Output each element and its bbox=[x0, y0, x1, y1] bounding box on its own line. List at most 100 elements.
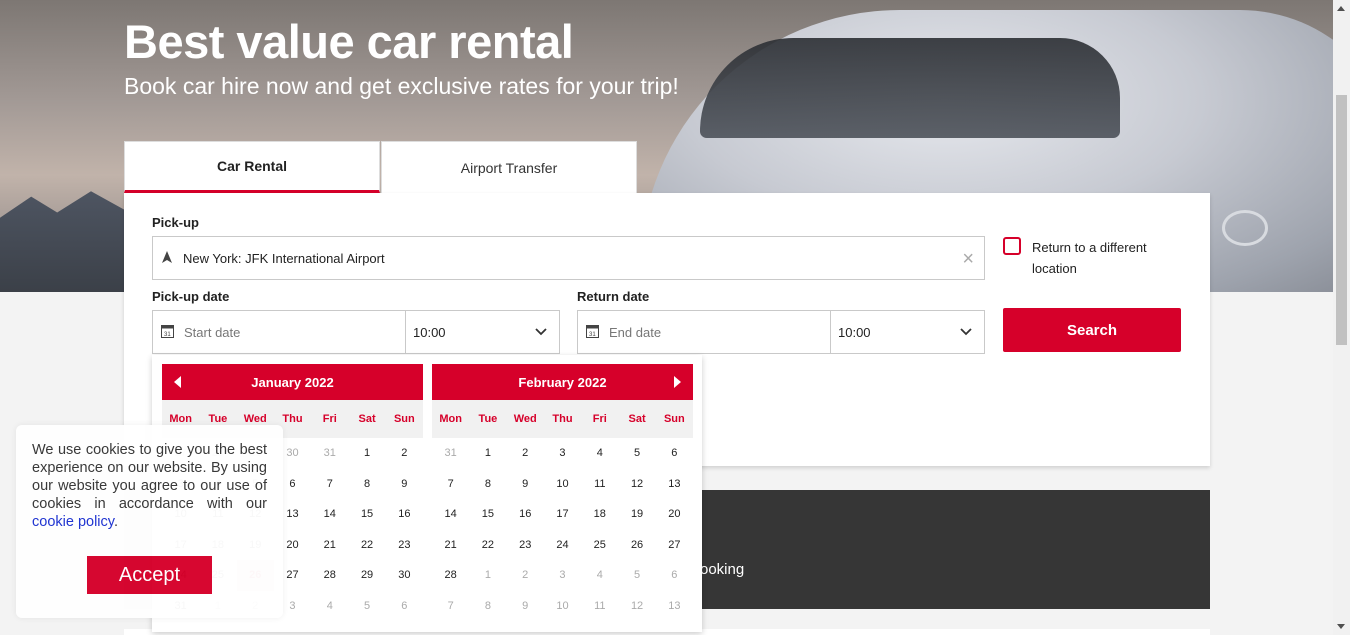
scroll-down-icon[interactable] bbox=[1337, 624, 1345, 629]
calendar-day[interactable]: 21 bbox=[432, 530, 469, 561]
calendar-day[interactable]: 17 bbox=[544, 499, 581, 530]
calendar-day: 11 bbox=[594, 599, 606, 612]
calendar-day[interactable]: 7 bbox=[311, 469, 348, 500]
calendar-day[interactable]: 14 bbox=[311, 499, 348, 530]
car-brand-logo bbox=[1222, 210, 1268, 246]
svg-text:31: 31 bbox=[164, 332, 171, 338]
scroll-up-icon[interactable] bbox=[1337, 6, 1345, 11]
chevron-down-icon bbox=[960, 328, 972, 336]
calendar-day: 6 bbox=[671, 569, 678, 581]
calendar-day[interactable]: 15 bbox=[469, 499, 506, 530]
clear-icon[interactable]: × bbox=[962, 248, 974, 271]
calendar-day[interactable]: 1 bbox=[469, 438, 506, 469]
calendar-day[interactable]: 27 bbox=[656, 530, 693, 561]
calendar-day: 10 bbox=[556, 599, 569, 612]
calendar-month-header: February 2022 bbox=[432, 364, 693, 400]
page-title: Best value car rental bbox=[124, 15, 574, 68]
calendar-day: 2 bbox=[522, 569, 529, 581]
calendar-day[interactable]: 24 bbox=[544, 530, 581, 561]
calendar-day[interactable]: 23 bbox=[507, 530, 544, 561]
pickup-time-value: 10:00 bbox=[413, 324, 446, 340]
chevron-down-icon bbox=[535, 328, 547, 336]
calendar-day[interactable]: 8 bbox=[348, 469, 385, 500]
calendar-day: 12 bbox=[630, 599, 644, 612]
calendar-day[interactable]: 1 bbox=[348, 438, 385, 469]
calendar-day: 31 bbox=[323, 447, 336, 459]
calendar-day[interactable]: 15 bbox=[348, 499, 385, 530]
calendar-day: 5 bbox=[634, 569, 641, 581]
calendar-day[interactable]: 10 bbox=[544, 469, 581, 500]
calendar-day[interactable]: 12 bbox=[618, 469, 655, 500]
calendar-day[interactable]: 16 bbox=[507, 499, 544, 530]
banner-text: ooking bbox=[700, 561, 745, 578]
return-date-input[interactable]: 31 End date bbox=[577, 310, 831, 354]
return-date-label: Return date bbox=[577, 289, 650, 304]
calendar-day[interactable]: 5 bbox=[618, 438, 655, 469]
calendar-day: 4 bbox=[326, 599, 333, 612]
different-location-label[interactable]: Return to a different location bbox=[1032, 237, 1162, 279]
different-location-checkbox[interactable] bbox=[1003, 237, 1021, 255]
calendar-day: 4 bbox=[596, 569, 603, 581]
page-scrollbar[interactable] bbox=[1333, 0, 1350, 635]
calendar-day[interactable]: 3 bbox=[544, 438, 581, 469]
search-button[interactable]: Search bbox=[1003, 308, 1181, 352]
return-time-value: 10:00 bbox=[838, 324, 871, 340]
tab-airport-transfer[interactable]: Airport Transfer bbox=[381, 141, 637, 193]
calendar-day[interactable]: 29 bbox=[348, 560, 385, 591]
calendar-day[interactable]: 18 bbox=[581, 499, 618, 530]
tab-car-rental[interactable]: Car Rental bbox=[124, 141, 380, 193]
cookie-message: We use cookies to give you the best expe… bbox=[32, 442, 267, 512]
next-month-icon[interactable] bbox=[674, 376, 681, 388]
weekday-header: Mon Tue Wed Thu Fri Sat Sun bbox=[432, 400, 693, 438]
hero-car-window bbox=[700, 38, 1120, 138]
calendar-day: 9 bbox=[522, 599, 529, 612]
calendar-day[interactable]: 21 bbox=[311, 530, 348, 561]
calendar-day[interactable]: 13 bbox=[656, 469, 693, 500]
accept-cookies-button[interactable]: Accept bbox=[87, 556, 212, 594]
pickup-date-placeholder: Start date bbox=[184, 324, 241, 340]
calendar-day[interactable]: 20 bbox=[656, 499, 693, 530]
weekday-label: Tue bbox=[478, 413, 498, 425]
calendar-day[interactable]: 14 bbox=[432, 499, 469, 530]
calendar-day[interactable]: 23 bbox=[386, 530, 423, 561]
weekday-label: Mon bbox=[439, 413, 462, 425]
calendar-month-header: January 2022 bbox=[162, 364, 423, 400]
pickup-time-select[interactable]: 10:00 bbox=[405, 310, 560, 354]
calendar-day[interactable]: 28 bbox=[311, 560, 348, 591]
calendar-day[interactable]: 22 bbox=[469, 530, 506, 561]
calendar-icon: 31 bbox=[161, 324, 174, 341]
page-subtitle: Book car hire now and get exclusive rate… bbox=[124, 73, 679, 99]
calendar-day[interactable]: 22 bbox=[348, 530, 385, 561]
calendar-day[interactable]: 9 bbox=[386, 469, 423, 500]
pickup-date-input[interactable]: 31 Start date bbox=[152, 310, 406, 354]
calendar-day[interactable]: 2 bbox=[507, 438, 544, 469]
calendar-day[interactable]: 9 bbox=[507, 469, 544, 500]
pickup-label: Pick-up bbox=[152, 215, 199, 230]
weekday-label: Sun bbox=[663, 413, 685, 425]
prev-month-icon[interactable] bbox=[174, 376, 181, 388]
svg-text:31: 31 bbox=[589, 332, 596, 338]
calendar-day[interactable]: 26 bbox=[618, 530, 655, 561]
calendar-day[interactable]: 25 bbox=[581, 530, 618, 561]
pickup-location-input[interactable]: New York: JFK International Airport × bbox=[152, 236, 985, 280]
return-time-select[interactable]: 10:00 bbox=[830, 310, 985, 354]
cookie-notice: We use cookies to give you the best expe… bbox=[16, 425, 283, 618]
calendar-day: 31 bbox=[444, 447, 457, 459]
weekday-label: Mon bbox=[169, 413, 192, 425]
calendar-day: 8 bbox=[484, 599, 491, 612]
calendar-day[interactable]: 11 bbox=[581, 469, 618, 500]
calendar-day[interactable]: 8 bbox=[469, 469, 506, 500]
scrollbar-thumb[interactable] bbox=[1336, 95, 1347, 345]
calendar-day[interactable]: 16 bbox=[386, 499, 423, 530]
calendar-day[interactable]: 2 bbox=[386, 438, 423, 469]
weekday-label: Fri bbox=[592, 413, 607, 425]
cookie-policy-link[interactable]: cookie policy bbox=[32, 514, 114, 530]
calendar-day[interactable]: 28 bbox=[432, 560, 469, 591]
weekday-label: Tue bbox=[208, 413, 228, 425]
weekday-label: Sat bbox=[628, 413, 646, 425]
calendar-day[interactable]: 7 bbox=[432, 469, 469, 500]
calendar-day[interactable]: 30 bbox=[386, 560, 423, 591]
calendar-day[interactable]: 19 bbox=[618, 499, 655, 530]
calendar-day[interactable]: 6 bbox=[656, 438, 693, 469]
calendar-day[interactable]: 4 bbox=[581, 438, 618, 469]
